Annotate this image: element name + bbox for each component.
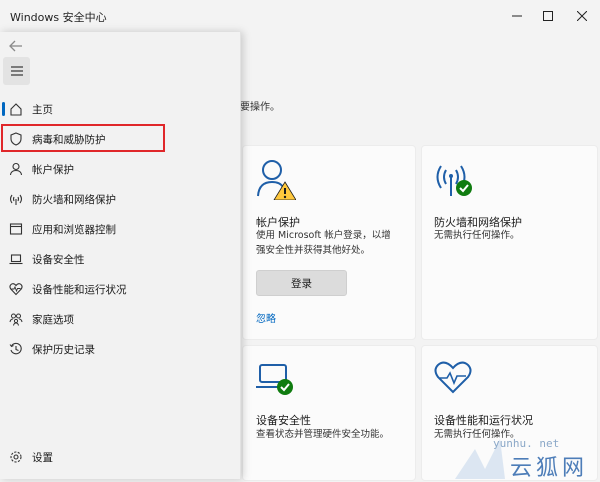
nav-item-firewall[interactable]: 防火墙和网络保护: [2, 186, 238, 212]
wifi-antenna-icon: [8, 191, 24, 207]
maximize-button[interactable]: [537, 6, 559, 26]
app-title: Windows 安全中心: [10, 11, 107, 24]
account-card-desc-line2: 强安全性并获得其他好处。: [256, 245, 371, 256]
watermark-text: 云狐网: [510, 456, 589, 481]
ignore-link[interactable]: 忽略: [256, 310, 276, 325]
menu-toggle-button[interactable]: [3, 57, 30, 85]
back-arrow-icon: [9, 40, 22, 52]
nav-label-protection-history: 保护历史记录: [32, 343, 95, 356]
nav-label-family-options: 家庭选项: [32, 313, 74, 326]
performance-card-title: 设备性能和运行状况: [434, 414, 533, 427]
hamburger-icon: [10, 66, 23, 76]
nav-label-home: 主页: [32, 103, 53, 116]
family-icon: [8, 311, 24, 327]
nav-label-firewall: 防火墙和网络保护: [32, 193, 116, 206]
browser-window-icon: [8, 221, 24, 237]
nav-label-device-security: 设备安全性: [32, 253, 85, 266]
firewall-antenna-icon: [433, 160, 475, 202]
back-button[interactable]: [6, 36, 26, 56]
minimize-icon: [512, 15, 522, 17]
gear-icon: [8, 449, 24, 465]
close-button[interactable]: [571, 6, 593, 26]
sign-in-button[interactable]: 登录: [256, 270, 347, 296]
nav-item-device-performance[interactable]: 设备性能和运行状况: [2, 276, 238, 302]
nav-label-device-performance: 设备性能和运行状况: [32, 283, 127, 296]
history-icon: [8, 341, 24, 357]
laptop-icon: [8, 251, 24, 267]
title-bar: Windows 安全中心: [0, 0, 600, 32]
annotation-highlight-box: [1, 124, 165, 152]
minimize-button[interactable]: [506, 6, 528, 26]
active-indicator: [2, 102, 5, 116]
firewall-card-desc: 无需执行任何操作。: [434, 230, 520, 241]
device-card-title: 设备安全性: [256, 414, 311, 427]
nav-item-account-protection[interactable]: 帐户保护: [2, 156, 238, 182]
nav-label-account-protection: 帐户保护: [32, 163, 74, 176]
nav-item-home[interactable]: 主页: [2, 96, 238, 122]
person-icon: [8, 161, 24, 177]
nav-item-family-options[interactable]: 家庭选项: [2, 306, 238, 332]
home-icon: [8, 101, 24, 117]
nav-item-settings[interactable]: 设置: [2, 444, 238, 470]
performance-heart-icon: [434, 360, 476, 400]
account-card-desc-line1: 使用 Microsoft 帐户登录，以增: [256, 230, 391, 241]
nav-label-settings: 设置: [32, 451, 53, 464]
nav-item-app-browser-control[interactable]: 应用和浏览器控制: [2, 216, 238, 242]
device-card-desc: 查看状态并管理硬件安全功能。: [256, 429, 390, 440]
device-laptop-icon: [256, 362, 296, 400]
nav-label-app-browser-control: 应用和浏览器控制: [32, 223, 116, 236]
watermark-url: yunhu. net: [493, 437, 560, 450]
nav-item-device-security[interactable]: 设备安全性: [2, 246, 238, 272]
close-icon: [577, 11, 587, 21]
navigation-flyout: 主页 病毒和威胁防护 帐户保护 防火墙和网络保护 应用和浏览器控制 设备安全性: [0, 32, 241, 479]
heart-pulse-icon: [8, 281, 24, 297]
account-warning-icon: [256, 158, 297, 204]
maximize-icon: [543, 11, 553, 21]
nav-item-protection-history[interactable]: 保护历史记录: [2, 336, 238, 362]
